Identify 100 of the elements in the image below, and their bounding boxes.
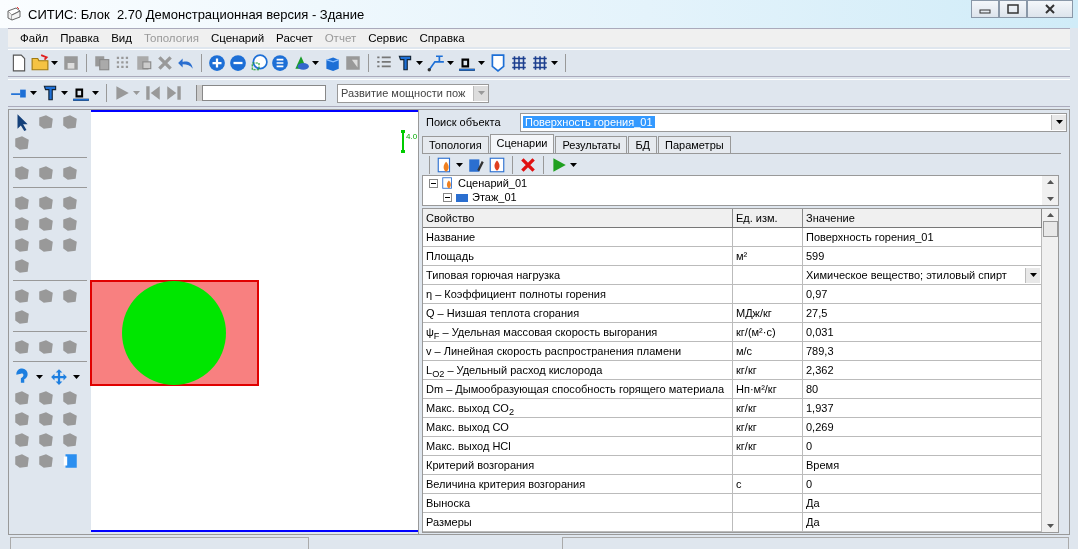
value-dropdown[interactable]: Химическое вещество; этиловый спирт [803,266,1042,284]
window-title: СИТИС: Блок 2.70 Демонстрационная версия - Здание [28,6,365,22]
grid-icon[interactable] [510,54,528,72]
property-name-cell: Название [423,228,733,246]
shape-icon[interactable] [61,193,79,212]
property-name-cell: Выноска [423,494,733,512]
tab[interactable]: Параметры [658,136,731,153]
frame-icon[interactable] [489,54,507,72]
shape-icon[interactable] [13,286,31,305]
shape-icon[interactable] [13,256,31,275]
unit-cell: с [733,475,803,493]
shape-icon[interactable] [37,451,55,470]
tree-item[interactable]: Этаж_01 [472,191,517,203]
shape-icon[interactable] [13,337,31,356]
column-header[interactable]: Ед. изм. [733,209,803,227]
scroll-thumb[interactable] [1042,221,1058,237]
zoom-out-icon[interactable] [229,54,247,72]
skip-forward-icon[interactable] [165,84,183,102]
tab[interactable]: БД [628,136,658,153]
tab[interactable]: Результаты [555,136,628,153]
tree-item[interactable]: Сценарий_01 [458,177,528,189]
copy-icon[interactable] [93,54,111,72]
maximize-button[interactable] [999,0,1027,18]
minimize-button[interactable] [971,0,999,18]
eye-icon[interactable] [292,54,310,72]
text-icon[interactable] [41,84,59,102]
shape-icon[interactable] [37,163,55,182]
property-name-cell: Q – Низшая теплота сгорания [423,304,733,322]
shape-icon[interactable] [13,409,31,428]
scrollbar[interactable] [1042,176,1058,205]
search-label: Поиск объекта [425,116,502,128]
close-button[interactable] [1027,0,1073,18]
shape-icon[interactable] [13,193,31,212]
menu-item[interactable]: Сервис [362,32,414,44]
shape-icon[interactable] [37,409,55,428]
tab[interactable]: Сценарии [489,134,555,153]
cut-icon[interactable] [156,54,174,72]
unit-cell: кг/кг [733,437,803,455]
panel-icon[interactable] [344,54,362,72]
property-name-cell: Площадь [423,247,733,265]
slider-thumb[interactable] [197,85,203,101]
shape-icon[interactable] [61,235,79,254]
property-name-cell: ψ$_{F}$ – Удельная массовая скорость выгорания [423,323,733,346]
shape-icon[interactable] [37,430,55,449]
dimension-icon[interactable] [427,54,445,72]
shape-icon[interactable] [37,235,55,254]
shape-icon[interactable] [61,163,79,182]
floor-icon [455,191,469,203]
burning-surface-drawing[interactable] [89,279,260,388]
menu-item[interactable]: Правка [54,32,106,44]
skip-back-icon[interactable] [144,84,162,102]
maximize-icon [1007,4,1019,14]
property-name-cell: η – Коэффициент полноты горения [423,285,733,303]
shape-icon[interactable] [37,214,55,233]
scrollbar[interactable] [1042,209,1058,532]
fire-scenario-icon[interactable] [441,176,455,190]
marker-label: 4.0 [406,132,418,141]
property-name-cell: Макс. выход CO$_{2}$ [423,399,733,422]
menu-item[interactable]: Файл [14,32,55,44]
zoom-fit-icon[interactable] [250,54,268,72]
column-header[interactable]: Свойство [423,209,733,227]
shape-icon[interactable] [13,430,31,449]
shape-icon[interactable] [61,214,79,233]
scenario-combo[interactable]: Развитие мощности пож [337,83,489,103]
shape-icon[interactable] [37,112,55,131]
shape-icon[interactable] [13,451,31,470]
unit-cell: кг/кг [733,399,803,422]
new-page-icon[interactable] [10,54,28,72]
shape-icon[interactable] [37,286,55,305]
delete-icon[interactable] [519,155,537,174]
node-icon[interactable] [61,451,79,470]
close-icon [1044,4,1056,14]
shape-icon[interactable] [13,307,31,326]
zoom-in-icon[interactable] [208,54,226,72]
paste-icon[interactable] [135,54,153,72]
collapse-icon[interactable] [443,192,452,202]
menu-item[interactable]: Расчет [270,32,319,44]
tab[interactable]: Топология [422,136,489,153]
unit-cell: м² [733,247,803,265]
shape-icon[interactable] [13,235,31,254]
shape-icon[interactable] [61,430,79,449]
play-icon[interactable] [113,84,131,102]
text-icon[interactable] [396,54,414,72]
shape-icon[interactable] [13,163,31,182]
shape-icon[interactable] [13,214,31,233]
fire-scenario-icon[interactable] [488,155,506,174]
shape-icon[interactable] [37,193,55,212]
shape-icon[interactable] [61,286,79,305]
menu-item[interactable]: Сценарий [204,32,271,44]
shape-icon[interactable] [61,337,79,356]
folder-icon[interactable] [31,54,49,72]
collapse-icon[interactable] [429,178,438,188]
layers-icon[interactable] [271,54,289,72]
menu-item[interactable]: Вид [105,32,138,44]
shape-icon[interactable] [37,337,55,356]
timeline-slider[interactable] [196,85,326,101]
grid-icon[interactable] [531,54,549,72]
shape-icon[interactable] [61,112,79,131]
shape-icon[interactable] [61,409,79,428]
menu-item[interactable]: Справка [413,32,471,44]
